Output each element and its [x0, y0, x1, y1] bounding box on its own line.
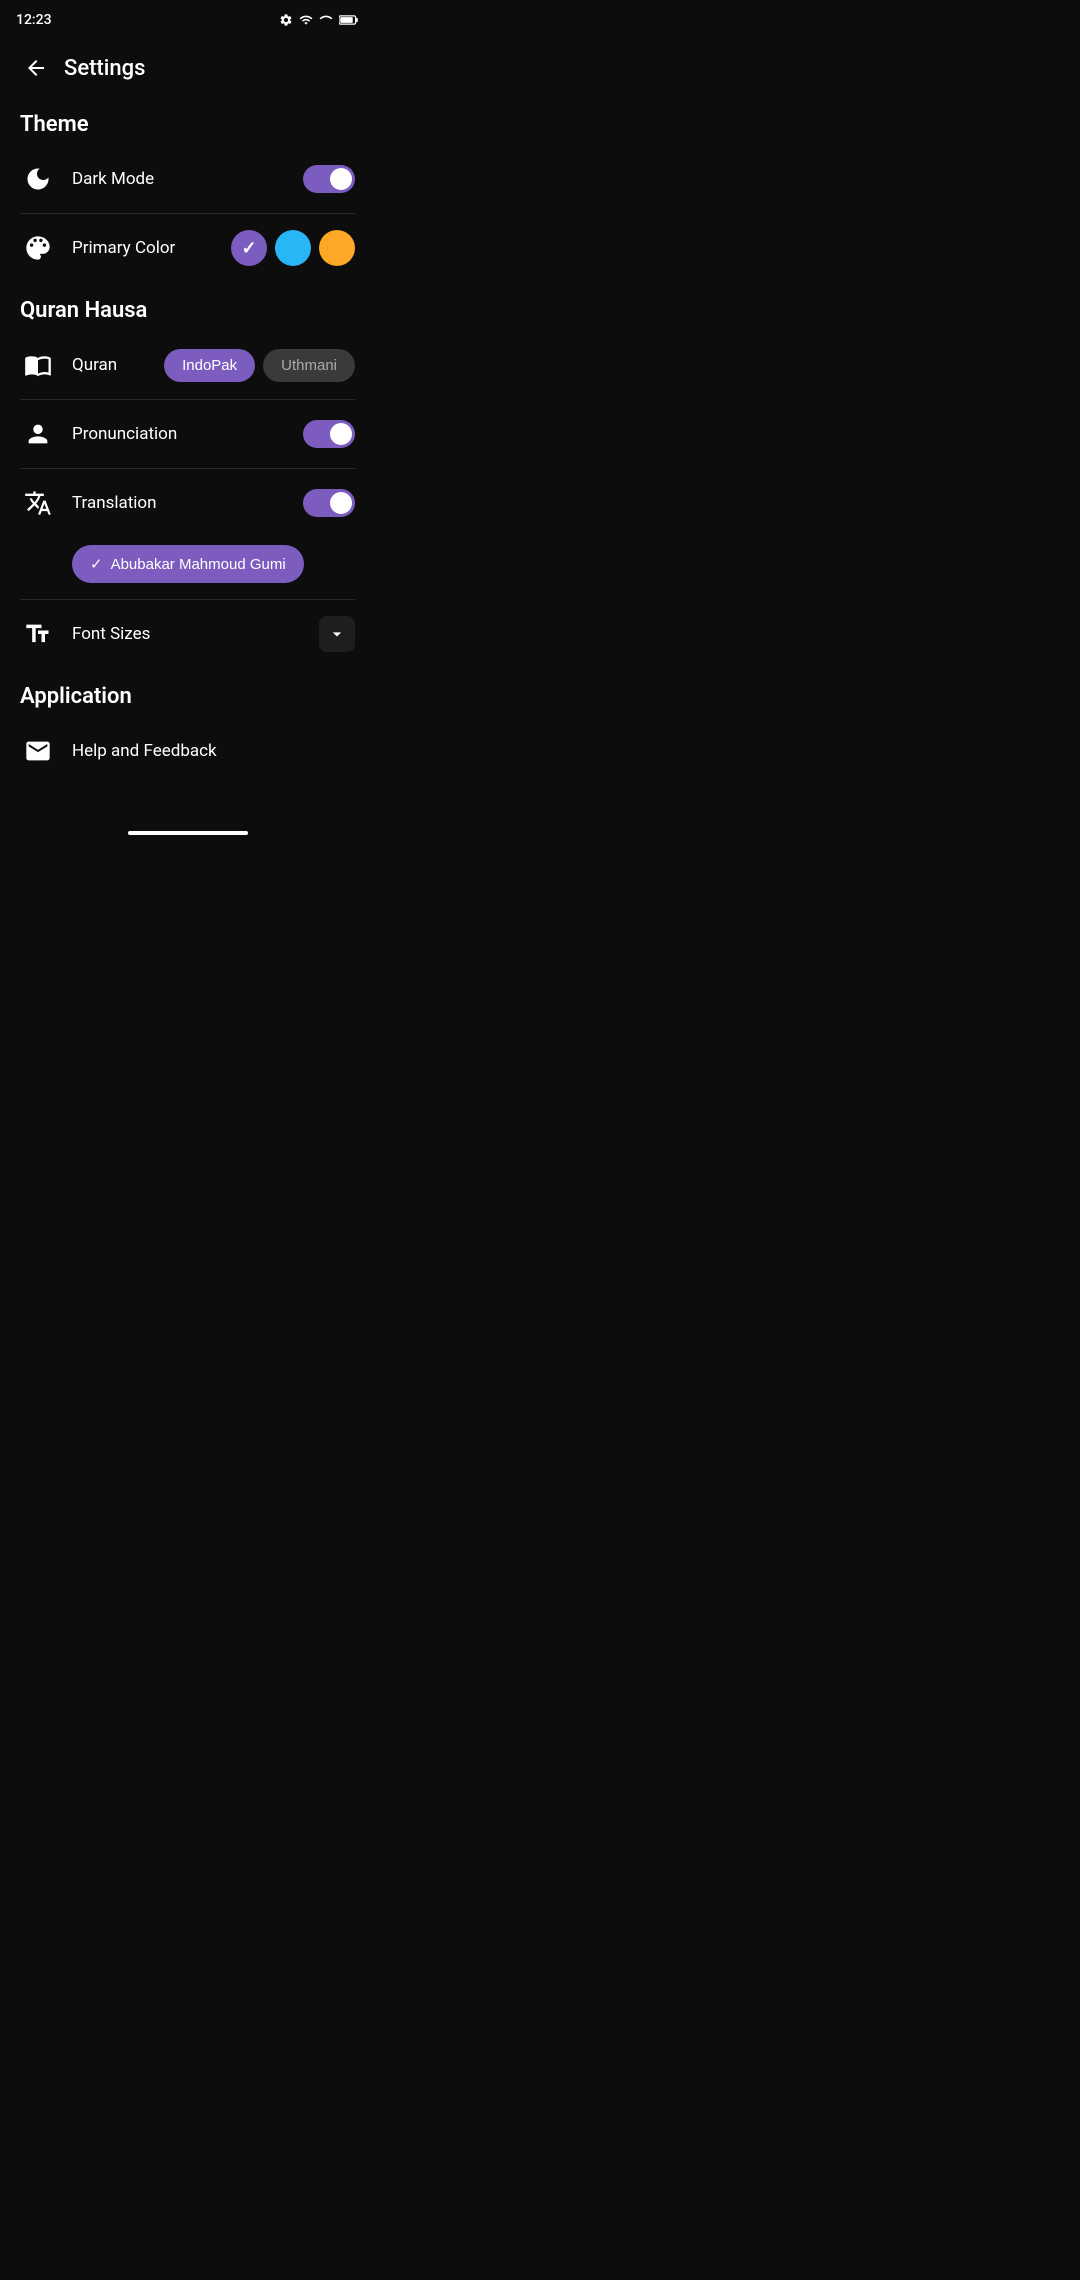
- battery-icon: [339, 14, 359, 26]
- color-swatch-purple[interactable]: ✓: [231, 230, 267, 266]
- pronunciation-label: Pronunciation: [72, 424, 303, 444]
- color-swatch-blue[interactable]: [275, 230, 311, 266]
- help-feedback-label: Help and Feedback: [72, 741, 355, 761]
- format-size-icon: [24, 620, 52, 648]
- dark-mode-row: Dark Mode: [0, 145, 375, 213]
- pronunciation-row: Pronunciation: [0, 400, 375, 468]
- quran-hausa-section-header: Quran Hausa: [0, 282, 375, 331]
- font-sizes-label: Font Sizes: [72, 624, 319, 644]
- translation-selector-row: ✓ Abubakar Mahmoud Gumi: [0, 537, 375, 599]
- dark-mode-label: Dark Mode: [72, 169, 303, 189]
- dropdown-arrow-icon: [327, 624, 347, 644]
- color-swatch-orange[interactable]: [319, 230, 355, 266]
- translation-selector-button[interactable]: ✓ Abubakar Mahmoud Gumi: [72, 545, 304, 583]
- translation-slider: [303, 489, 355, 517]
- translation-icon: [20, 485, 56, 521]
- font-sizes-dropdown[interactable]: [319, 616, 355, 652]
- font-sizes-icon: [20, 616, 56, 652]
- palette-icon: [24, 234, 52, 262]
- checkmark-translation: ✓: [90, 555, 103, 573]
- help-feedback-row[interactable]: Help and Feedback: [0, 717, 375, 785]
- status-bar: 12:23: [0, 0, 375, 40]
- font-sizes-row: Font Sizes: [0, 600, 375, 668]
- back-arrow-icon: [24, 56, 48, 80]
- toolbar: Settings: [0, 40, 375, 96]
- color-swatches: ✓: [231, 230, 355, 266]
- email-icon: [24, 737, 52, 765]
- nav-bar: [0, 825, 375, 849]
- primary-color-label: Primary Color: [72, 238, 231, 258]
- quran-label: Quran: [72, 355, 164, 375]
- application-section-header: Application: [0, 668, 375, 717]
- translator-name: Abubakar Mahmoud Gumi: [111, 556, 286, 573]
- quran-icon: [20, 347, 56, 383]
- primary-color-row: Primary Color ✓: [0, 214, 375, 282]
- status-time: 12:23: [16, 12, 52, 28]
- translation-toggle[interactable]: [303, 489, 355, 517]
- dark-mode-icon: [20, 161, 56, 197]
- signal-icon: [319, 13, 333, 27]
- page-title: Settings: [64, 56, 145, 81]
- translate-icon: [24, 489, 52, 517]
- indopak-button[interactable]: IndoPak: [164, 349, 255, 382]
- translation-row: Translation: [0, 469, 375, 537]
- pronunciation-icon: [20, 416, 56, 452]
- back-button[interactable]: [16, 48, 56, 88]
- wifi-icon: [299, 13, 313, 27]
- quran-style-buttons: IndoPak Uthmani: [164, 349, 355, 382]
- translation-label: Translation: [72, 493, 303, 513]
- settings-status-icon: [279, 13, 293, 27]
- primary-color-icon: [20, 230, 56, 266]
- book-icon: [24, 351, 52, 379]
- moon-icon: [24, 165, 52, 193]
- dark-mode-slider: [303, 165, 355, 193]
- nav-indicator: [128, 831, 248, 835]
- uthmani-button[interactable]: Uthmani: [263, 349, 355, 382]
- person-voice-icon: [24, 420, 52, 448]
- help-feedback-icon: [20, 733, 56, 769]
- quran-style-row: Quran IndoPak Uthmani: [0, 331, 375, 399]
- status-icons: [279, 13, 359, 27]
- pronunciation-toggle[interactable]: [303, 420, 355, 448]
- theme-section-header: Theme: [0, 96, 375, 145]
- dark-mode-toggle[interactable]: [303, 165, 355, 193]
- pronunciation-slider: [303, 420, 355, 448]
- checkmark-icon: ✓: [241, 238, 256, 259]
